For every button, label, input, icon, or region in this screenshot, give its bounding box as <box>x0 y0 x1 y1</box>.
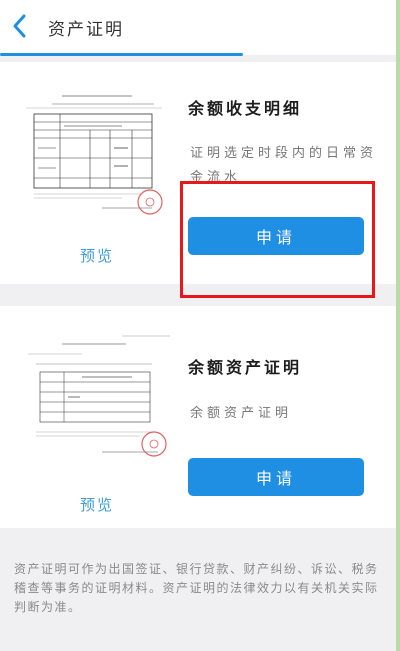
statement-card: 预览 余额收支明细 证明选定时段内的日常资金流水 申请 <box>0 62 396 284</box>
preview-link[interactable]: 预览 <box>80 245 114 266</box>
card-description: 证明选定时段内的日常资金流水 <box>190 146 378 185</box>
edge-strip <box>396 0 400 651</box>
card-title: 余额收支明细 <box>188 99 303 118</box>
apply-button[interactable]: 申请 <box>188 217 364 255</box>
apply-button[interactable]: 申请 <box>188 458 364 496</box>
footer-note: 资产证明可作为出国签证、银行贷款、财产纠纷、诉讼、税务稽查等事务的证明材料。资产… <box>14 562 379 614</box>
card-description: 余额资产证明 <box>190 406 293 421</box>
asset-card: 预览 余额资产证明 余额资产证明 申请 <box>0 306 396 528</box>
header-underline <box>0 53 243 56</box>
document-thumbnail[interactable] <box>22 332 172 457</box>
page-title: 资产证明 <box>48 20 124 40</box>
header-bar: 资产证明 <box>0 0 396 56</box>
card-title: 余额资产证明 <box>188 358 303 377</box>
preview-link[interactable]: 预览 <box>80 494 114 515</box>
chevron-left-icon[interactable] <box>10 12 30 40</box>
document-thumbnail[interactable] <box>22 90 172 215</box>
